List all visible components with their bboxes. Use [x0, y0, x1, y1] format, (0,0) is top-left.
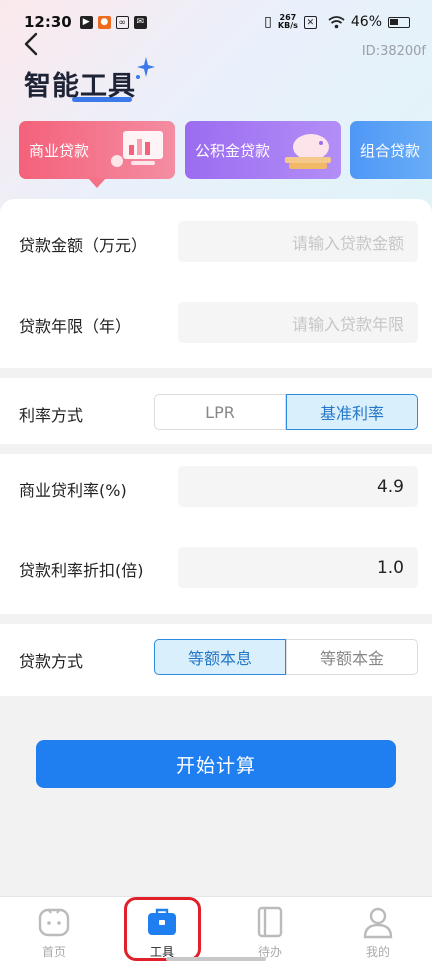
years-input[interactable]: 请输入贷款年限 [178, 302, 418, 343]
discount-input[interactable]: 1.0 [178, 547, 418, 588]
form-section-repay-mode: 贷款方式 等额本息 等额本金 [0, 624, 432, 696]
app-notification-icon: ● [97, 15, 111, 29]
tab-label: 首页 [41, 945, 66, 959]
loan-type-provident-fund[interactable]: 公积金贷款 [185, 121, 341, 179]
tab-label: 我的 [365, 945, 390, 959]
net-speed: 267 KB/s [278, 14, 298, 30]
loan-type-label: 组合贷款 [360, 141, 421, 160]
amount-input[interactable]: 请输入贷款金额 [178, 221, 418, 262]
discount-label: 贷款利率折扣(倍) [19, 561, 144, 580]
bottom-tab-bar: 首页 工具 待办 我的 [0, 896, 432, 964]
tab-mine[interactable]: 我的 [324, 897, 432, 964]
tab-home[interactable]: 首页 [0, 897, 108, 964]
battery-icon [388, 16, 410, 28]
loan-type-combination[interactable]: 组合贷款 [350, 121, 432, 179]
back-arrow-icon[interactable] [18, 30, 46, 58]
repay-mode-equal-principal[interactable]: 等额本金 [286, 639, 418, 675]
loan-type-label: 商业贷款 [29, 141, 90, 160]
home-indicator [166, 957, 266, 961]
start-calculation-button[interactable]: 开始计算 [36, 740, 396, 788]
rate-mode-benchmark[interactable]: 基准利率 [286, 394, 418, 430]
wifi-icon [328, 15, 345, 28]
loan-type-commercial[interactable]: 商业贷款 [19, 121, 175, 179]
chart-monitor-icon [111, 131, 163, 167]
form-section-rate-mode: 利率方式 LPR 基准利率 [0, 378, 432, 444]
user-icon [363, 907, 393, 939]
notebook-icon [257, 906, 283, 938]
tab-todo[interactable]: 待办 [216, 897, 324, 964]
commercial-rate-label: 商业贷利率(%) [19, 481, 127, 500]
status-time: 12:30 [24, 13, 72, 31]
net-speed-unit: KB/s [277, 21, 298, 30]
form-section-rates: 商业贷利率(%) 4.9 贷款利率折扣(倍) 1.0 [0, 454, 432, 614]
years-label: 贷款年限（年） [19, 317, 132, 336]
amount-label: 贷款金额（万元） [19, 236, 148, 255]
rate-mode-label: 利率方式 [19, 406, 84, 425]
status-bar: 12:30 ▶ ● ∞ ✉ ▯ 267 KB/s ✕ 46% [0, 0, 432, 44]
form-section-basic: 贷款金额（万元） 请输入贷款金额 贷款年限（年） 请输入贷款年限 [0, 199, 432, 368]
message-notification-icon: ✉ [133, 15, 147, 29]
brand-title: 智能工具 [24, 71, 136, 102]
repay-mode-label: 贷款方式 [19, 652, 84, 671]
repay-mode-equal-installment[interactable]: 等额本息 [154, 639, 286, 675]
id-text: ID:38200f [361, 44, 426, 59]
rate-mode-lpr[interactable]: LPR [154, 394, 286, 430]
sparkle-icon [136, 57, 155, 79]
piggy-bank-icon [285, 134, 331, 169]
battery-percent: 46% [350, 14, 382, 30]
vibrate-icon: ▯ [264, 14, 272, 30]
selected-card-pointer [88, 178, 106, 188]
home-face-icon [38, 908, 70, 937]
loan-type-label: 公积金贷款 [195, 141, 271, 160]
sim-icon: ✕ [303, 15, 317, 29]
link-notification-icon: ∞ [115, 15, 129, 29]
tab-highlight-annotation [124, 897, 201, 961]
play-notification-icon: ▶ [79, 15, 93, 29]
commercial-rate-input[interactable]: 4.9 [178, 466, 418, 507]
